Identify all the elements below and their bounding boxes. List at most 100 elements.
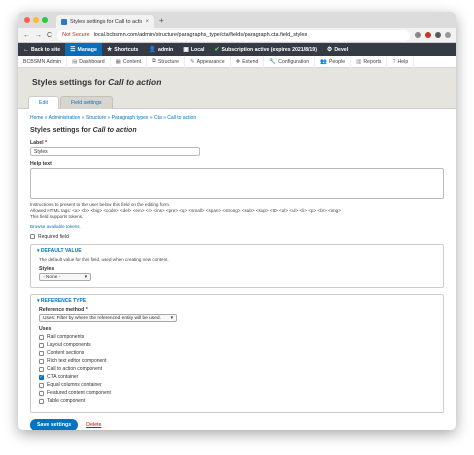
required-field-checkbox-row[interactable]: Required field bbox=[30, 234, 444, 240]
menu-item-help[interactable]: ? Help bbox=[387, 55, 415, 68]
uses-checkbox-row[interactable]: Featured content component bbox=[39, 390, 435, 396]
uses-checkbox-label: Table component bbox=[47, 398, 86, 405]
uses-label: Uses bbox=[39, 326, 52, 333]
maximize-window-button[interactable] bbox=[42, 17, 48, 23]
uses-checkbox[interactable] bbox=[39, 390, 44, 396]
extension-icon[interactable] bbox=[425, 32, 431, 38]
menu-item-label: BCBSMN Admin bbox=[23, 58, 62, 65]
close-tab-icon[interactable]: × bbox=[145, 19, 149, 25]
uses-checkbox[interactable] bbox=[39, 350, 44, 356]
new-tab-button[interactable]: + bbox=[159, 16, 164, 25]
toolbar-back-to-site[interactable]: ← Back to site bbox=[18, 43, 65, 56]
back-arrow-icon[interactable]: ← bbox=[23, 32, 30, 39]
menu-item-label: People bbox=[328, 58, 346, 65]
forward-arrow-icon[interactable]: → bbox=[35, 32, 42, 39]
default-value-fieldset: ▾ DEFAULT VALUE The default value for th… bbox=[30, 243, 444, 289]
uses-checkbox[interactable] bbox=[39, 334, 44, 340]
star-icon: ★ bbox=[106, 47, 113, 53]
toolbar-shortcuts[interactable]: ★ Shortcuts bbox=[102, 43, 144, 56]
reference-method-select[interactable]: Uses: Filter by where the referenced ent… bbox=[39, 314, 177, 323]
uses-checkbox[interactable] bbox=[39, 342, 44, 348]
menu-item-people[interactable]: 👥 People bbox=[315, 55, 352, 68]
toolbar-item-label: Local bbox=[190, 46, 205, 53]
menu-item-configuration[interactable]: 🔧 Configuration bbox=[264, 55, 316, 68]
browser-tab[interactable]: Styles settings for Call to actio × bbox=[56, 15, 154, 28]
uses-checkbox-label: Equal columns container bbox=[47, 382, 102, 389]
security-warning-label[interactable]: Not Secure bbox=[62, 32, 90, 38]
toolbar-item-label: Subscription active (expires 2021/8/19) bbox=[221, 46, 317, 53]
admin-menu: BCBSMN Admin ▤ Dashboard ▦ Content ⧉ Struct… bbox=[18, 55, 456, 68]
uses-checkbox-label: Layout components bbox=[47, 342, 91, 349]
toolbar-manage[interactable]: ☰ Manage bbox=[65, 43, 102, 56]
page-header: Styles settings for Call to action Edit … bbox=[18, 68, 456, 109]
minimize-window-button[interactable] bbox=[33, 17, 39, 23]
label-input[interactable]: Styles bbox=[30, 147, 200, 156]
uses-checkbox-row[interactable]: Layout components bbox=[39, 342, 435, 348]
menu-item-label: Dashboard bbox=[79, 58, 105, 65]
bookmark-star-icon[interactable] bbox=[415, 32, 421, 38]
menu-item-label: Appearance bbox=[196, 58, 225, 65]
styles-select-value: - None - bbox=[43, 274, 61, 280]
url-input[interactable]: Not Secure local.bcbsmn.com/admin/struct… bbox=[57, 29, 410, 41]
uses-checkbox[interactable] bbox=[39, 382, 44, 388]
tab-edit[interactable]: Edit bbox=[28, 96, 59, 109]
toolbar-devel[interactable]: ⚙ Devel bbox=[322, 43, 353, 56]
breadcrumb[interactable]: Home » Administration » Structure » Para… bbox=[30, 115, 444, 121]
reference-type-legend[interactable]: ▾ REFERENCE TYPE bbox=[31, 295, 443, 307]
form-title: Styles settings for Call to action bbox=[30, 127, 444, 134]
uses-checkbox-label: Call to action component bbox=[47, 366, 103, 373]
uses-checkbox[interactable] bbox=[39, 398, 44, 404]
browser-window: Styles settings for Call to actio × + ← … bbox=[18, 12, 456, 430]
menu-item-bcbsmn-admin[interactable]: BCBSMN Admin bbox=[18, 55, 68, 68]
styles-select[interactable]: - None - ▾ bbox=[39, 273, 91, 282]
form-actions: Save settings Delete bbox=[30, 419, 444, 430]
reload-icon[interactable]: C bbox=[47, 32, 52, 39]
profile-avatar-icon[interactable] bbox=[435, 32, 441, 38]
drupal-favicon-icon bbox=[61, 18, 67, 25]
uses-checkbox[interactable] bbox=[39, 366, 44, 372]
uses-checkbox-row[interactable]: Call to action component bbox=[39, 366, 435, 372]
menu-dots-icon[interactable] bbox=[445, 32, 451, 38]
primary-tabs: Edit Field settings bbox=[28, 96, 113, 109]
menu-item-reports[interactable]: ▥ Reports bbox=[351, 55, 388, 68]
wrench-icon: 🔧 bbox=[269, 58, 277, 65]
menu-item-label: Content bbox=[122, 58, 142, 65]
save-settings-button[interactable]: Save settings bbox=[30, 419, 79, 430]
label-field-label: Label * bbox=[30, 140, 444, 146]
tab-field-settings[interactable]: Field settings bbox=[59, 96, 113, 109]
menu-item-extend[interactable]: ✚ Extend bbox=[231, 55, 265, 68]
back-arrow-icon: ← bbox=[23, 46, 29, 53]
drupal-toolbar: ← Back to site ☰ Manage ★ Shortcuts 👤 admin … bbox=[18, 43, 456, 56]
close-window-button[interactable] bbox=[24, 17, 30, 23]
default-value-body: The default value for this field, used w… bbox=[31, 257, 443, 287]
help-text-textarea[interactable] bbox=[30, 168, 444, 199]
required-field-checkbox[interactable] bbox=[30, 234, 35, 240]
menu-item-content[interactable]: ▦ Content bbox=[111, 55, 148, 68]
reference-method-label: Reference method * bbox=[39, 307, 435, 313]
menu-item-appearance[interactable]: ✎ Appearance bbox=[185, 55, 231, 68]
menu-item-dashboard[interactable]: ▤ Dashboard bbox=[67, 55, 111, 68]
toolbar-environment[interactable]: ▣ Local bbox=[178, 43, 209, 56]
toolbar-subscription[interactable]: ✔ Subscription active (expires 2021/8/19) bbox=[209, 43, 321, 56]
tokens-support-line: This field supports tokens. bbox=[30, 214, 84, 220]
uses-checkbox-row[interactable]: Equal columns container bbox=[39, 382, 435, 388]
uses-checkbox-row[interactable]: ✓ CTA container bbox=[39, 374, 435, 380]
delete-link[interactable]: Delete bbox=[86, 422, 101, 428]
default-value-legend[interactable]: ▾ DEFAULT VALUE bbox=[31, 245, 443, 257]
uses-checkbox[interactable] bbox=[39, 358, 44, 364]
uses-checkbox[interactable]: ✓ bbox=[39, 374, 44, 380]
browser-extension-icons bbox=[415, 32, 451, 38]
toolbar-user[interactable]: 👤 admin bbox=[143, 43, 178, 56]
uses-checkbox-row[interactable]: Rail components bbox=[39, 334, 435, 340]
uses-checkbox-label: Rich text editor component bbox=[47, 358, 107, 365]
uses-checkbox-row[interactable]: Table component bbox=[39, 398, 435, 404]
menu-item-label: Reports bbox=[363, 58, 382, 65]
address-bar: ← → C Not Secure local.bcbsmn.com/admin/… bbox=[18, 28, 456, 43]
uses-checkbox-row[interactable]: Content sections bbox=[39, 350, 435, 356]
form-title-em: Call to action bbox=[92, 127, 137, 134]
menu-item-label: Structure bbox=[157, 58, 180, 65]
uses-checkbox-row[interactable]: Rich text editor component bbox=[39, 358, 435, 364]
menu-item-structure[interactable]: ⧉ Structure bbox=[147, 55, 186, 68]
toolbar-item-label: Manage bbox=[77, 46, 97, 53]
browse-tokens-link[interactable]: Browse available tokens. bbox=[30, 224, 444, 230]
